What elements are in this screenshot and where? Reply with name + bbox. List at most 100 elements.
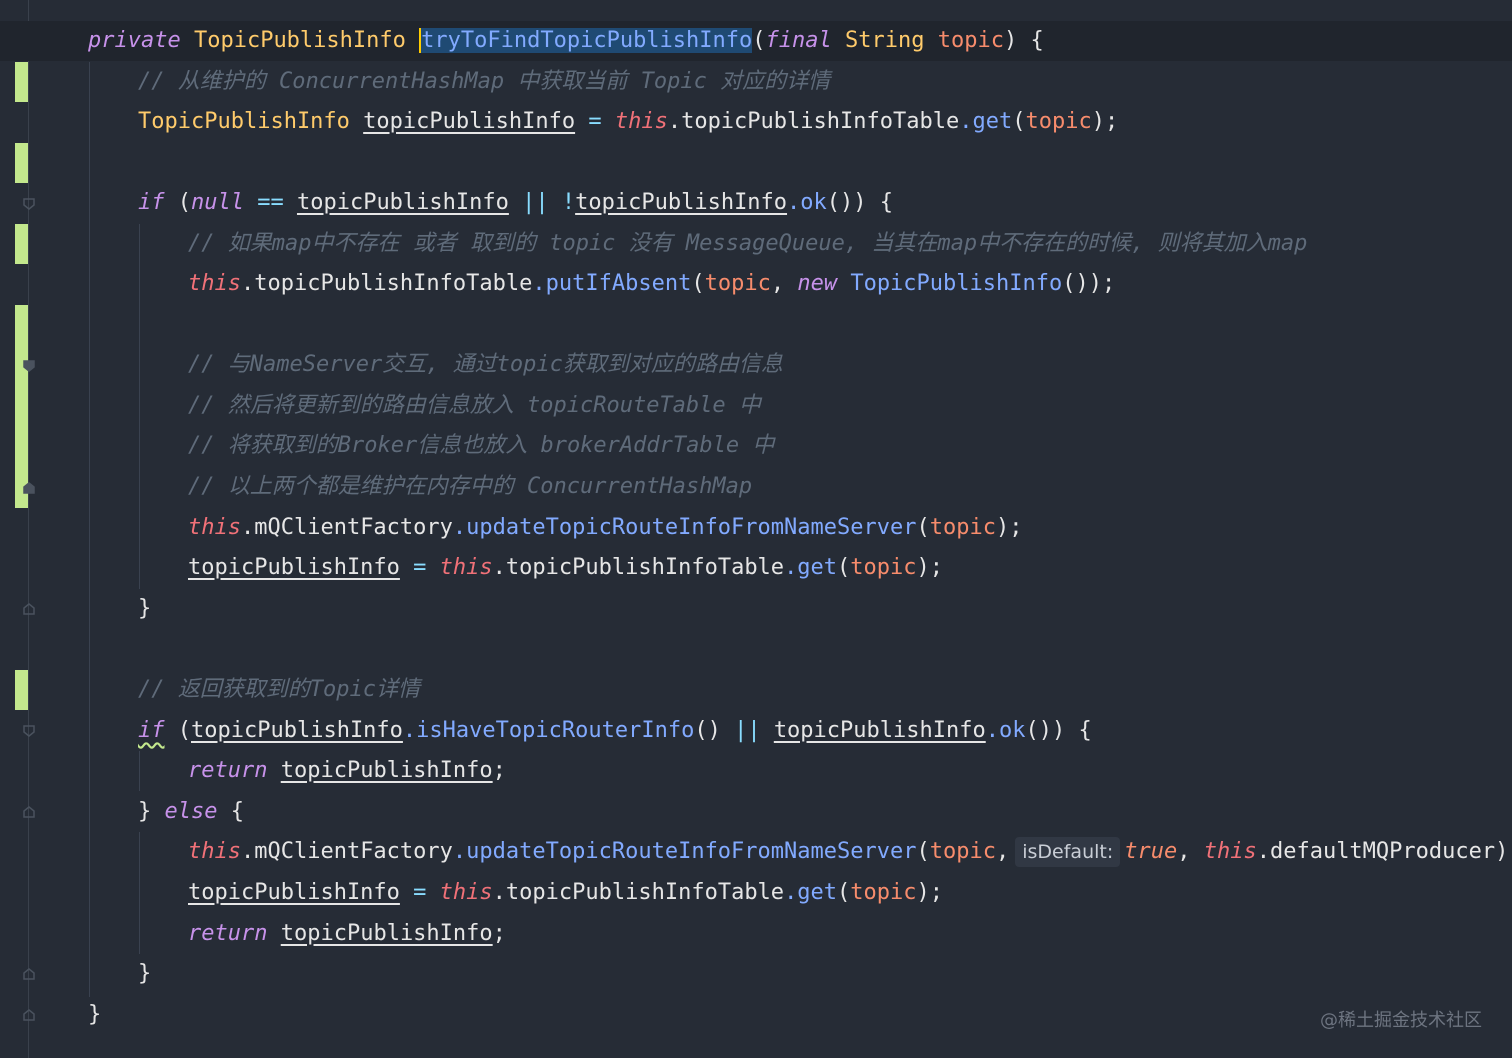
keyword-this: this: [1203, 839, 1257, 864]
operator: ||: [720, 718, 774, 743]
brace: {: [217, 799, 244, 824]
brace: }: [138, 596, 152, 621]
parameter: topic: [929, 515, 996, 540]
code-line[interactable]: this.topicPublishInfoTable.putIfAbsent(t…: [0, 264, 1512, 304]
comment: // 然后将更新到的路由信息放入 topicRouteTable 中: [188, 393, 761, 418]
operator: =: [399, 880, 440, 905]
code-line[interactable]: private TopicPublishInfo tryToFindTopicP…: [0, 21, 1512, 61]
punct: );: [916, 880, 944, 905]
code-line[interactable]: }: [0, 995, 1512, 1035]
field: .topicPublishInfoTable: [492, 555, 785, 580]
keyword: return: [188, 921, 268, 946]
comment: // 与NameServer交互, 通过topic获取到对应的路由信息: [188, 352, 783, 377]
code-line[interactable]: // 如果map中不存在 或者 取到的 topic 没有 MessageQueu…: [0, 224, 1512, 264]
code-line[interactable]: // 将获取到的Broker信息也放入 brokerAddrTable 中: [0, 426, 1512, 466]
punct: (: [837, 880, 851, 905]
operator: ==: [243, 190, 297, 215]
field: .mQClientFactory: [240, 515, 453, 540]
punct: ,: [995, 839, 1010, 864]
punct: );: [995, 515, 1023, 540]
watermark: @稀土掘金技术社区: [1320, 1010, 1482, 1031]
punct: (: [164, 718, 191, 743]
keyword: if: [138, 190, 165, 215]
parameter: topic: [929, 839, 996, 864]
punct: );: [1091, 109, 1119, 134]
keyword-this: this: [188, 839, 241, 864]
code-line[interactable]: this.mQClientFactory.updateTopicRouteInf…: [0, 508, 1512, 548]
code-line[interactable]: if (topicPublishInfo.isHaveTopicRouterIn…: [0, 711, 1512, 751]
change-marker[interactable]: [15, 143, 28, 183]
method-call: .putIfAbsent: [532, 271, 692, 296]
comment: // 如果map中不存在 或者 取到的 topic 没有 MessageQueu…: [188, 231, 1308, 256]
brace: }: [138, 799, 165, 824]
code-line[interactable]: // 然后将更新到的路由信息放入 topicRouteTable 中: [0, 386, 1512, 426]
punct: ()) {: [1025, 718, 1092, 743]
variable: topicPublishInfo: [773, 718, 986, 743]
method-name-selected[interactable]: tryToFindTopicPublishInfo: [419, 28, 753, 53]
variable: topicPublishInfo: [280, 758, 493, 783]
comment: // 从维护的 ConcurrentHashMap 中获取当前 Topic 对应…: [138, 69, 831, 94]
type-name: TopicPublishInfo: [138, 109, 350, 134]
operator: =: [399, 555, 440, 580]
punct: );: [1495, 839, 1512, 864]
code-line[interactable]: return topicPublishInfo;: [0, 914, 1512, 954]
field: .defaultMQProducer: [1256, 839, 1496, 864]
punct: (: [916, 839, 930, 864]
constructor: TopicPublishInfo: [837, 271, 1063, 296]
keyword: else: [164, 799, 218, 824]
method-call: .get: [784, 555, 838, 580]
code-editor[interactable]: private TopicPublishInfo tryToFindTopicP…: [0, 0, 1512, 1058]
field: .topicPublishInfoTable: [492, 880, 785, 905]
punct: (: [164, 190, 191, 215]
code-line[interactable]: // 与NameServer交互, 通过topic获取到对应的路由信息: [0, 345, 1512, 385]
code-line[interactable]: }: [0, 589, 1512, 629]
code-line[interactable]: // 以上两个都是维护在内存中的 ConcurrentHashMap: [0, 467, 1512, 507]
code-line[interactable]: this.mQClientFactory.updateTopicRouteInf…: [0, 832, 1512, 872]
parameter: topic: [850, 555, 917, 580]
keyword: return: [188, 758, 268, 783]
field: .mQClientFactory: [240, 839, 453, 864]
method-call: .get: [784, 880, 838, 905]
type-name: TopicPublishInfo: [193, 28, 406, 53]
punct: ;: [492, 758, 506, 783]
code-line[interactable]: // 从维护的 ConcurrentHashMap 中获取当前 Topic 对应…: [0, 62, 1512, 102]
method-call: .get: [959, 109, 1013, 134]
comment: // 将获取到的Broker信息也放入 brokerAddrTable 中: [188, 433, 775, 458]
keyword: final: [765, 28, 832, 53]
variable: topicPublishInfo: [363, 109, 576, 134]
keyword: true: [1124, 839, 1178, 864]
code-line[interactable]: topicPublishInfo = this.topicPublishInfo…: [0, 873, 1512, 913]
code-line[interactable]: TopicPublishInfo topicPublishInfo = this…: [0, 102, 1512, 142]
operator: !: [561, 190, 576, 215]
code-line[interactable]: } else {: [0, 792, 1512, 832]
keyword-this: this: [188, 271, 241, 296]
type-name: String: [845, 28, 925, 53]
keyword: null: [191, 190, 244, 215]
code-line[interactable]: return topicPublishInfo;: [0, 751, 1512, 791]
method-call: .ok: [985, 718, 1026, 743]
punct: (: [837, 555, 851, 580]
code-line[interactable]: // 返回获取到的Topic详情: [0, 670, 1512, 710]
keyword-this: this: [188, 515, 241, 540]
brace: }: [88, 1002, 102, 1027]
code-line[interactable]: }: [0, 954, 1512, 994]
keyword-this: this: [439, 555, 493, 580]
punct: ;: [492, 921, 506, 946]
punct: (: [916, 515, 930, 540]
code-line[interactable]: topicPublishInfo = this.topicPublishInfo…: [0, 548, 1512, 588]
parameter: topic: [937, 28, 1004, 53]
punct: ,: [1177, 839, 1204, 864]
punct: ) {: [1003, 28, 1044, 53]
keyword-this: this: [439, 880, 493, 905]
operator: =: [575, 109, 615, 134]
punct: (: [1012, 109, 1026, 134]
punct: ()) {: [826, 190, 894, 215]
field: .topicPublishInfoTable: [240, 271, 533, 296]
variable: topicPublishInfo: [191, 718, 403, 743]
punct: ());: [1062, 271, 1116, 296]
method-call: .ok: [787, 190, 827, 215]
code-line[interactable]: if (null == topicPublishInfo || !topicPu…: [0, 183, 1512, 223]
parameter-hint: isDefault:: [1015, 837, 1121, 867]
punct: ,: [770, 271, 798, 296]
punct: (: [752, 28, 766, 53]
